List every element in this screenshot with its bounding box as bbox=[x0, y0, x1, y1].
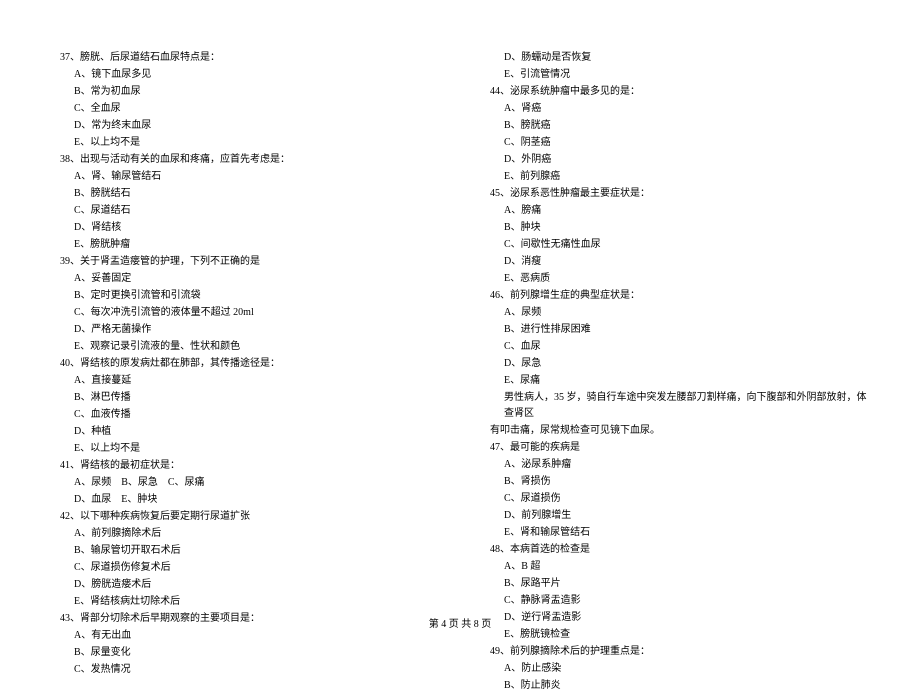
q43-opt-d: D、肠蠕动是否恢复 bbox=[490, 50, 870, 66]
q43-opt-c: C、发热情况 bbox=[60, 662, 440, 678]
q46-opt-a: A、尿频 bbox=[490, 305, 870, 321]
q45-opt-a: A、膀痛 bbox=[490, 203, 870, 219]
q47-opt-b: B、肾损伤 bbox=[490, 474, 870, 490]
q39-title: 39、关于肾盂造瘘管的护理，下列不正确的是 bbox=[60, 254, 440, 270]
q46-title: 46、前列腺增生症的典型症状是： bbox=[490, 288, 870, 304]
q42-opt-d: D、膀胱造瘘术后 bbox=[60, 577, 440, 593]
q41-opt-a: A、尿频 B、尿急 C、尿痛 bbox=[60, 475, 440, 491]
q40-opt-e: E、以上均不是 bbox=[60, 441, 440, 457]
q39-opt-b: B、定时更换引流管和引流袋 bbox=[60, 288, 440, 304]
q45-opt-c: C、间歇性无痛性血尿 bbox=[490, 237, 870, 253]
q48-opt-c: C、静脉肾盂造影 bbox=[490, 593, 870, 609]
q38-opt-b: B、膀胱结石 bbox=[60, 186, 440, 202]
page-footer: 第 4 页 共 8 页 bbox=[0, 615, 920, 630]
q48-opt-a: A、B 超 bbox=[490, 559, 870, 575]
q42-title: 42、以下哪种疾病恢复后要定期行尿道扩张 bbox=[60, 509, 440, 525]
q44-opt-a: A、肾癌 bbox=[490, 101, 870, 117]
q42-opt-e: E、肾结核病灶切除术后 bbox=[60, 594, 440, 610]
q38-title: 38、出现与活动有关的血尿和疼痛，应首先考虑是： bbox=[60, 152, 440, 168]
q48-title: 48、本病首选的检查是 bbox=[490, 542, 870, 558]
q39-opt-e: E、观察记录引流液的量、性状和颜色 bbox=[60, 339, 440, 355]
q41-title: 41、肾结核的最初症状是： bbox=[60, 458, 440, 474]
q39-opt-d: D、严格无菌操作 bbox=[60, 322, 440, 338]
q43-opt-e: E、引流管情况 bbox=[490, 67, 870, 83]
q37-opt-c: C、全血尿 bbox=[60, 101, 440, 117]
q38-opt-c: C、尿道结石 bbox=[60, 203, 440, 219]
q46-opt-e: E、尿痛 bbox=[490, 373, 870, 389]
q40-title: 40、肾结核的原发病灶都在肺部，其传播途径是： bbox=[60, 356, 440, 372]
q37-opt-b: B、常为初血尿 bbox=[60, 84, 440, 100]
case-intro-1: 男性病人，35 岁，骑自行车途中突发左腰部刀割样痛，向下腹部和外阴部放射，体查肾… bbox=[490, 390, 870, 422]
q40-opt-a: A、直接蔓延 bbox=[60, 373, 440, 389]
page-content: 37、膀胱、后尿道结石血尿特点是： A、镜下血尿多见 B、常为初血尿 C、全血尿… bbox=[0, 0, 920, 600]
q42-opt-b: B、输尿管切开取石术后 bbox=[60, 543, 440, 559]
q38-opt-e: E、膀胱肿瘤 bbox=[60, 237, 440, 253]
q43-opt-a: A、有无出血 bbox=[60, 628, 440, 644]
q49-title: 49、前列腺摘除术后的护理重点是： bbox=[490, 644, 870, 660]
q40-opt-d: D、种植 bbox=[60, 424, 440, 440]
q37-opt-a: A、镜下血尿多见 bbox=[60, 67, 440, 83]
q47-title: 47、最可能的疾病是 bbox=[490, 440, 870, 456]
q44-opt-e: E、前列腺癌 bbox=[490, 169, 870, 185]
q46-opt-c: C、血尿 bbox=[490, 339, 870, 355]
left-column: 37、膀胱、后尿道结石血尿特点是： A、镜下血尿多见 B、常为初血尿 C、全血尿… bbox=[60, 50, 460, 570]
q39-opt-c: C、每次冲洗引流管的液体量不超过 20ml bbox=[60, 305, 440, 321]
q44-opt-c: C、阴茎癌 bbox=[490, 135, 870, 151]
q46-opt-d: D、尿急 bbox=[490, 356, 870, 372]
q37-title: 37、膀胱、后尿道结石血尿特点是： bbox=[60, 50, 440, 66]
q37-opt-e: E、以上均不是 bbox=[60, 135, 440, 151]
case-intro-2: 有叩击痛，尿常规检查可见镜下血尿。 bbox=[490, 423, 870, 439]
q47-opt-d: D、前列腺增生 bbox=[490, 508, 870, 524]
q46-opt-b: B、进行性排尿困难 bbox=[490, 322, 870, 338]
q39-opt-a: A、妥善固定 bbox=[60, 271, 440, 287]
q45-opt-d: D、消瘦 bbox=[490, 254, 870, 270]
q45-opt-b: B、肿块 bbox=[490, 220, 870, 236]
q42-opt-c: C、尿道损伤修复术后 bbox=[60, 560, 440, 576]
q38-opt-d: D、肾结核 bbox=[60, 220, 440, 236]
q42-opt-a: A、前列腺摘除术后 bbox=[60, 526, 440, 542]
q37-opt-d: D、常为终末血尿 bbox=[60, 118, 440, 134]
q45-opt-e: E、恶病质 bbox=[490, 271, 870, 287]
q49-opt-a: A、防止感染 bbox=[490, 661, 870, 677]
q44-title: 44、泌尿系统肿瘤中最多见的是： bbox=[490, 84, 870, 100]
q44-opt-d: D、外阴癌 bbox=[490, 152, 870, 168]
q40-opt-c: C、血液传播 bbox=[60, 407, 440, 423]
q43-opt-b: B、尿量变化 bbox=[60, 645, 440, 661]
q45-title: 45、泌尿系恶性肿瘤最主要症状是： bbox=[490, 186, 870, 202]
right-column: D、肠蠕动是否恢复 E、引流管情况 44、泌尿系统肿瘤中最多见的是： A、肾癌 … bbox=[460, 50, 890, 570]
q44-opt-b: B、膀胱癌 bbox=[490, 118, 870, 134]
q49-opt-b: B、防止肺炎 bbox=[490, 678, 870, 694]
q47-opt-e: E、肾和输尿管结石 bbox=[490, 525, 870, 541]
q48-opt-b: B、尿路平片 bbox=[490, 576, 870, 592]
q38-opt-a: A、肾、输尿管结石 bbox=[60, 169, 440, 185]
q41-opt-d: D、血尿 E、肿块 bbox=[60, 492, 440, 508]
q47-opt-a: A、泌尿系肿瘤 bbox=[490, 457, 870, 473]
q47-opt-c: C、尿道损伤 bbox=[490, 491, 870, 507]
q40-opt-b: B、淋巴传播 bbox=[60, 390, 440, 406]
